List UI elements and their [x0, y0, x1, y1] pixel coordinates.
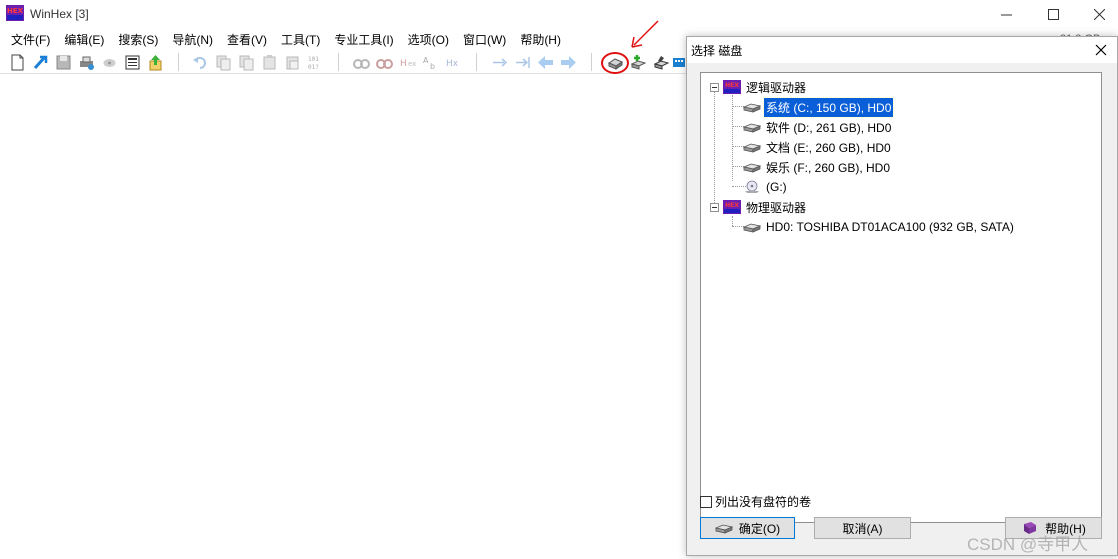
optical-drive-icon — [743, 179, 761, 195]
logical-drives-group[interactable]: HEX 逻辑驱动器 — [723, 77, 808, 97]
back-icon[interactable] — [535, 52, 555, 72]
drive-g-item[interactable]: (G:) — [743, 177, 789, 197]
forward-icon[interactable] — [558, 52, 578, 72]
physical-disk-hd0-label: HD0: TOSHIBA DT01ACA100 (932 GB, SATA) — [766, 220, 1014, 234]
hex-convert-icon[interactable]: 101 01? — [305, 52, 325, 72]
drive-f-item[interactable]: 娱乐 (F:, 260 GB), HD0 — [743, 157, 892, 177]
dialog-title: 选择 磁盘 — [691, 44, 743, 58]
menu-options[interactable]: 选项(O) — [401, 29, 456, 50]
list-unlettered-volumes-checkbox[interactable] — [700, 495, 712, 508]
print-icon[interactable] — [76, 52, 96, 72]
paste-icon[interactable] — [259, 52, 279, 72]
cancel-button[interactable]: 取消(A) — [814, 517, 911, 539]
logical-group-expander[interactable] — [710, 83, 719, 92]
find-text-icon[interactable] — [351, 52, 371, 72]
hard-drive-icon — [743, 119, 761, 135]
cut-icon[interactable] — [213, 52, 233, 72]
winhex-logo-icon: HEX — [6, 5, 24, 21]
window-title: WinHex [3] — [30, 7, 89, 21]
revert-icon[interactable] — [99, 52, 119, 72]
hard-drive-icon — [743, 159, 761, 175]
hard-drive-icon — [743, 219, 761, 235]
paste-special-icon[interactable] — [282, 52, 302, 72]
red-arrow-annotation — [631, 20, 659, 48]
svg-text:HEX: HEX — [725, 202, 739, 209]
disk-tools-icon[interactable] — [651, 52, 671, 72]
menu-edit[interactable]: 编辑(E) — [57, 29, 111, 50]
export-icon[interactable] — [145, 52, 165, 72]
physical-disk-hd0-item[interactable]: HD0: TOSHIBA DT01ACA100 (932 GB, SATA) — [743, 217, 1016, 237]
close-icon — [1095, 44, 1107, 56]
watermark: CSDN @寺甲人 — [967, 535, 1089, 554]
find-hex-icon[interactable] — [374, 52, 394, 72]
goto-end-icon[interactable] — [512, 52, 532, 72]
select-disk-dialog: 选择 磁盘 HEX 逻辑驱动器 系统 (C:, 150 GB), HD0 软件 … — [686, 36, 1118, 556]
drive-f-label: 娱乐 (F:, 260 GB), HD0 — [766, 160, 891, 175]
dialog-close-button[interactable] — [1091, 41, 1111, 59]
drive-d-item[interactable]: 软件 (D:, 261 GB), HD0 — [743, 117, 893, 137]
physical-drives-label: 物理驱动器 — [746, 200, 807, 215]
cancel-button-label: 取消(A) — [842, 521, 883, 536]
red-circle-annotation — [601, 52, 629, 74]
maximize-button[interactable] — [1030, 0, 1076, 28]
list-unlettered-volumes-option[interactable]: 列出没有盘符的卷 — [700, 493, 811, 510]
replace-hex-icon[interactable]: Ab — [420, 52, 440, 72]
svg-text:Hx: Hx — [446, 59, 459, 69]
drive-e-label: 文档 (E:, 260 GB), HD0 — [766, 140, 891, 155]
disk-tree[interactable]: HEX 逻辑驱动器 系统 (C:, 150 GB), HD0 软件 (D:, 2… — [700, 72, 1102, 523]
calculator-icon[interactable] — [672, 52, 686, 72]
main-titlebar: HEX WinHex [3] — [0, 0, 1118, 28]
undo-icon[interactable] — [190, 52, 210, 72]
menu-search[interactable]: 搜索(S) — [111, 29, 165, 50]
drive-g-label: (G:) — [766, 180, 787, 194]
svg-text:A: A — [423, 56, 429, 65]
hard-drive-icon — [743, 99, 761, 115]
physical-group-expander[interactable] — [710, 203, 719, 212]
menu-view[interactable]: 查看(V) — [220, 29, 274, 50]
svg-text:H: H — [400, 59, 407, 69]
minimize-button[interactable] — [983, 0, 1029, 28]
goto-offset-icon[interactable]: Hx — [443, 52, 463, 72]
svg-text:ex: ex — [408, 60, 416, 68]
dialog-titlebar: 选择 磁盘 — [687, 37, 1117, 63]
menu-file[interactable]: 文件(F) — [4, 29, 57, 50]
svg-text:101: 101 — [308, 56, 319, 63]
winhex-logo-icon: HEX — [723, 79, 741, 95]
goto-sector-icon[interactable] — [489, 52, 509, 72]
drive-e-item[interactable]: 文档 (E:, 260 GB), HD0 — [743, 137, 893, 157]
properties-icon[interactable] — [122, 52, 142, 72]
svg-text:HEX: HEX — [7, 7, 24, 15]
menu-navigation[interactable]: 导航(N) — [165, 29, 220, 50]
ok-button-label: 确定(O) — [738, 521, 781, 536]
drive-d-label: 软件 (D:, 261 GB), HD0 — [766, 120, 892, 135]
logical-drives-label: 逻辑驱动器 — [746, 80, 807, 95]
svg-text:HEX: HEX — [725, 82, 739, 89]
menu-help[interactable]: 帮助(H) — [513, 29, 568, 50]
new-file-icon[interactable] — [7, 52, 27, 72]
ok-button[interactable]: 确定(O) — [700, 517, 795, 539]
physical-drives-group[interactable]: HEX 物理驱动器 — [723, 197, 808, 217]
menu-pro-tools[interactable]: 专业工具(I) — [327, 29, 400, 50]
replace-text-icon[interactable]: Hex — [397, 52, 417, 72]
svg-text:01?: 01? — [308, 64, 319, 71]
ram-editor-icon[interactable] — [628, 52, 648, 72]
close-window-button[interactable] — [1076, 0, 1118, 28]
drive-c-item[interactable]: 系统 (C:, 150 GB), HD0 — [743, 96, 895, 118]
copy-icon[interactable] — [236, 52, 256, 72]
disk-icon — [714, 524, 733, 534]
hard-drive-icon — [743, 139, 761, 155]
list-unlettered-volumes-label: 列出没有盘符的卷 — [715, 495, 812, 509]
drive-c-label: 系统 (C:, 150 GB), HD0 — [762, 96, 895, 118]
menu-window[interactable]: 窗口(W) — [456, 29, 513, 50]
winhex-logo-icon: HEX — [723, 199, 741, 215]
menu-tools[interactable]: 工具(T) — [274, 29, 327, 50]
open-icon[interactable] — [30, 52, 50, 72]
svg-text:b: b — [430, 62, 435, 71]
save-icon[interactable] — [53, 52, 73, 72]
